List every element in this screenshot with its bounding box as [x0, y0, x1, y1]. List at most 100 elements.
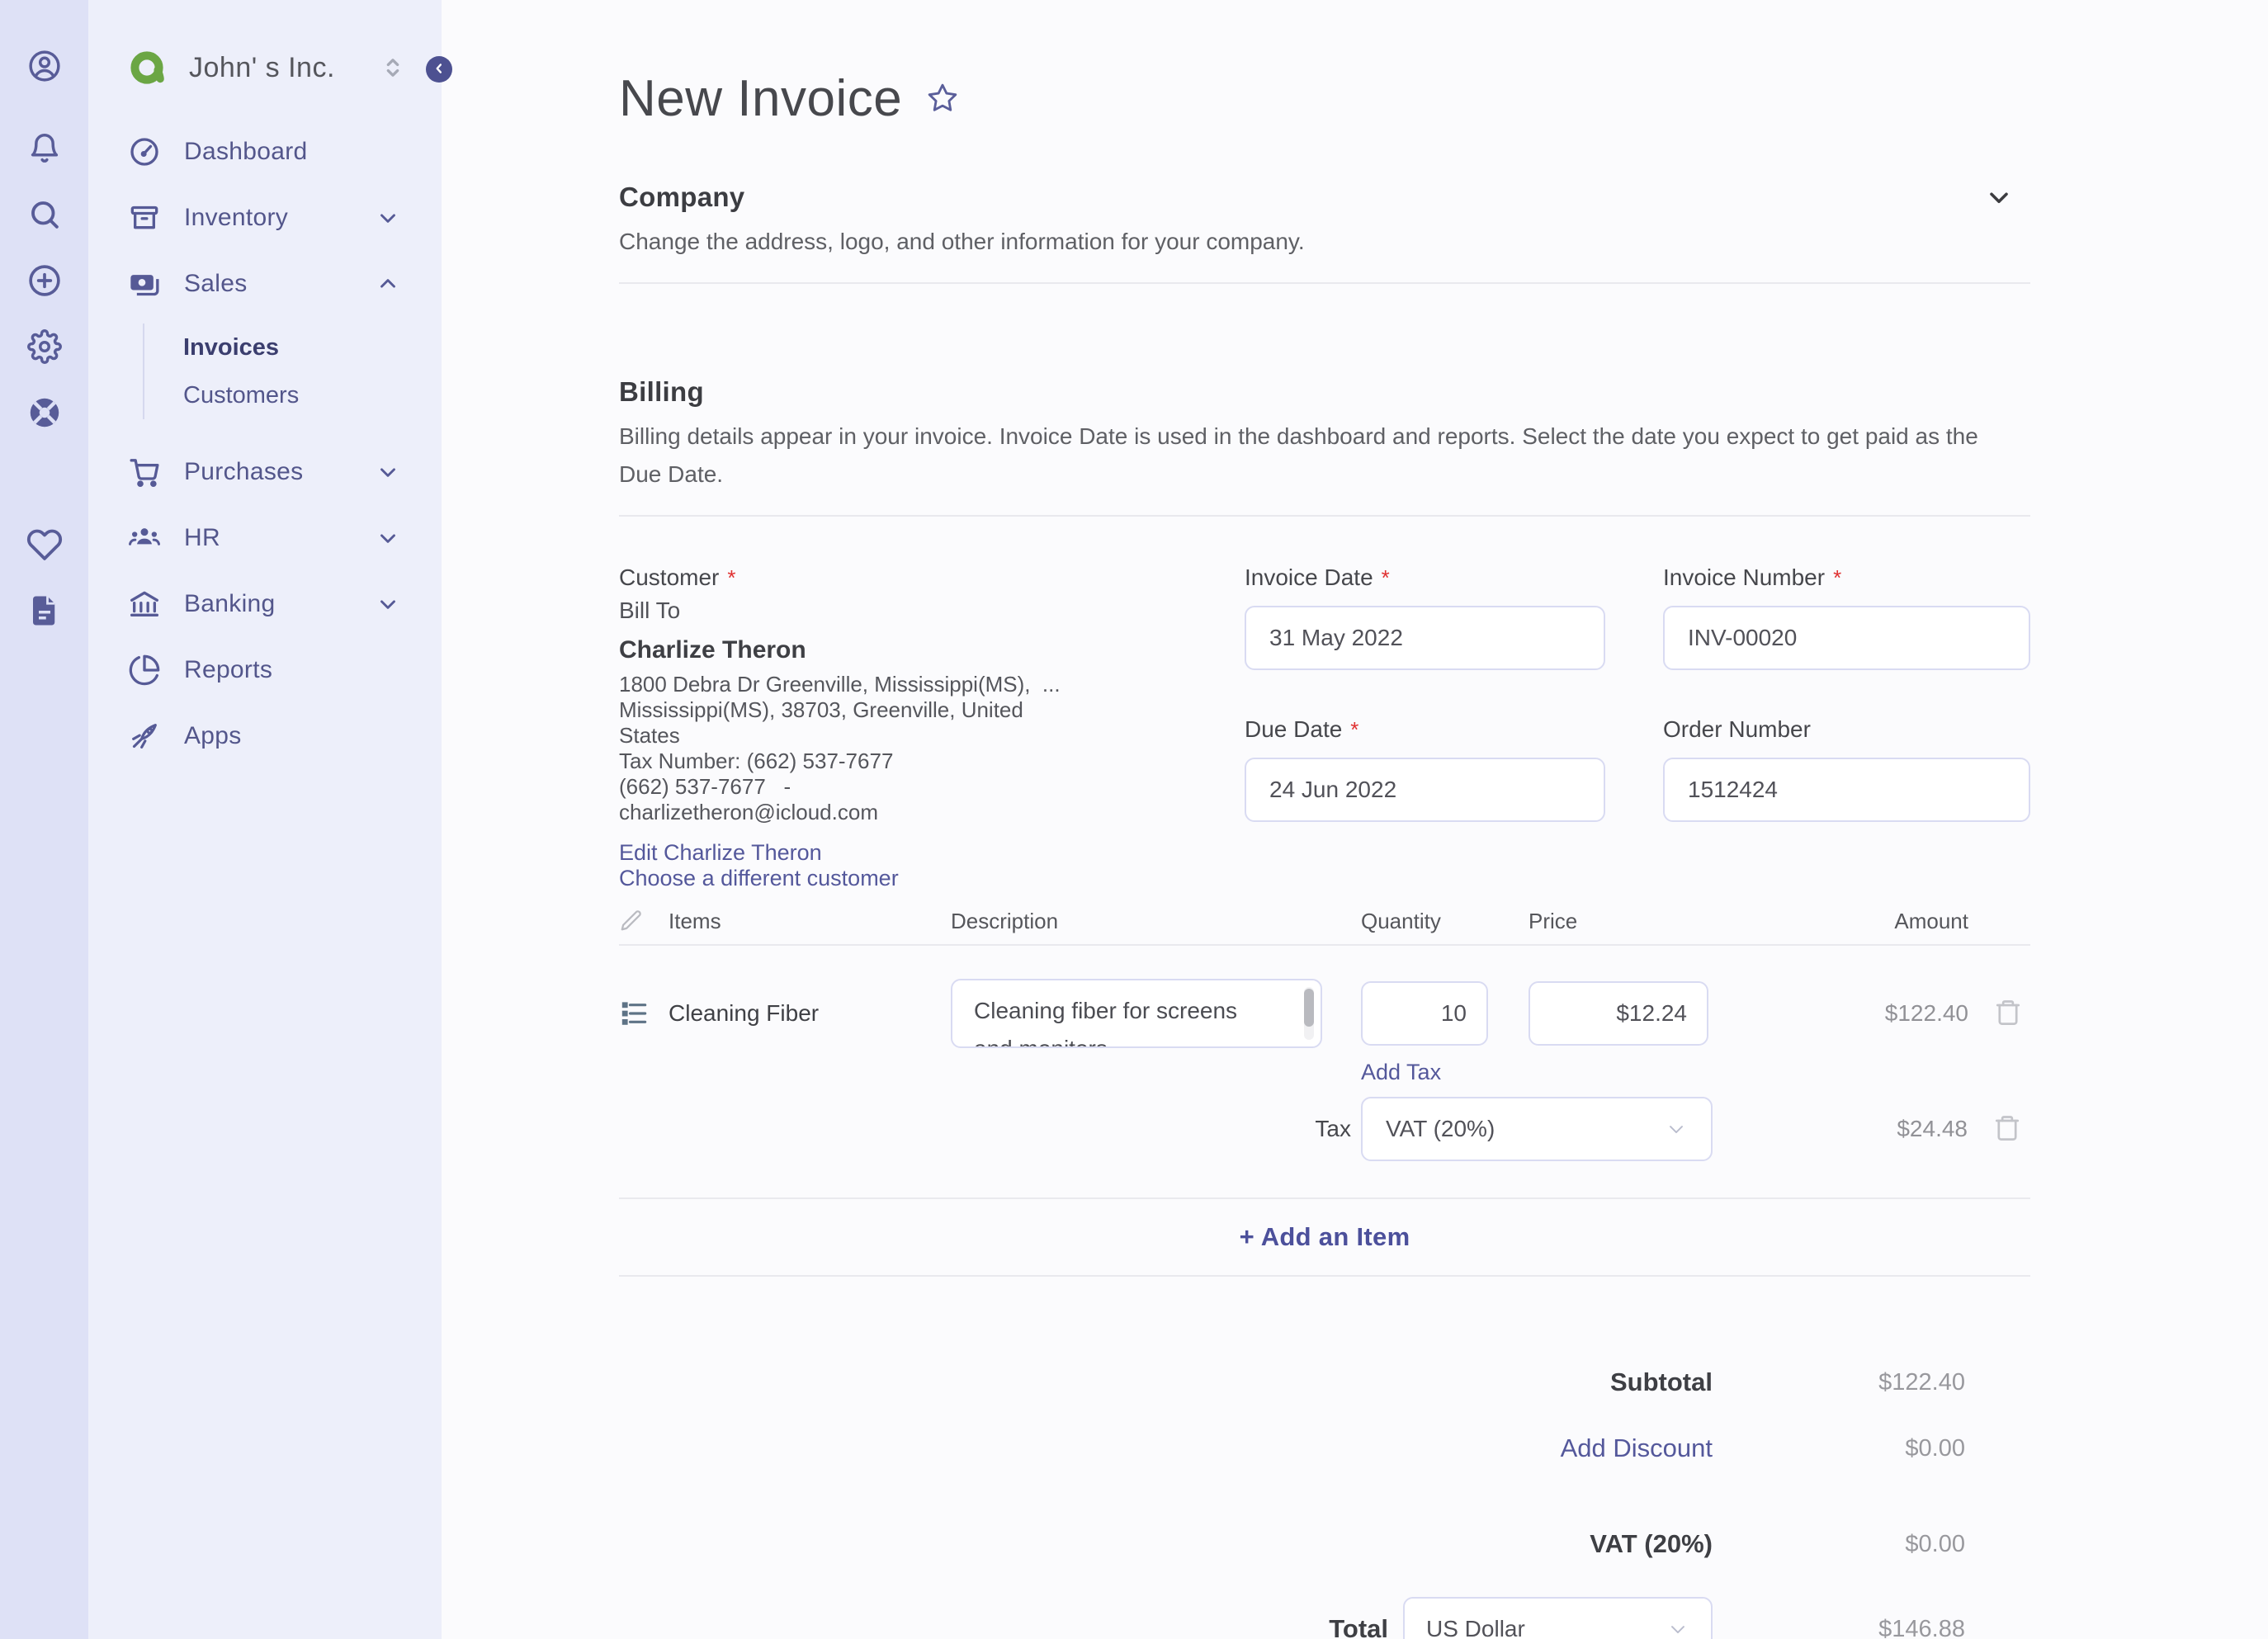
totals-block: Subtotal $122.40 Add Discount $0.00 VAT … [619, 1367, 2030, 1639]
inventory-box-icon [128, 201, 161, 234]
dashboard-icon [128, 135, 161, 168]
edit-customer-link[interactable]: Edit Charlize Theron [619, 840, 1245, 866]
add-tax-link[interactable]: Add Tax [1361, 1060, 1441, 1085]
customer-address-line: Mississippi(MS), 38703, Greenville, Unit… [619, 697, 1023, 723]
add-new-button[interactable] [26, 262, 63, 299]
nav-label: Apps [184, 722, 242, 749]
tax-label: Tax [1315, 1116, 1351, 1142]
rocket-icon [128, 720, 161, 753]
chevron-up-icon [376, 272, 400, 296]
sales-money-icon [128, 267, 161, 300]
delete-tax-button[interactable] [1992, 1113, 2022, 1145]
bill-to-label: Bill To [619, 598, 681, 624]
order-number-input[interactable] [1663, 758, 2030, 823]
item-description-textarea[interactable]: Cleaning fiber for screens and monitors [951, 979, 1322, 1049]
brand-logo-icon [128, 48, 168, 87]
main-content: New Invoice Company Change the address, … [442, 0, 2268, 1639]
sidebar-item-reports[interactable]: Reports [88, 637, 442, 703]
textarea-scrollbar-thumb[interactable] [1304, 989, 1314, 1027]
pencil-icon [619, 909, 669, 933]
company-switch-icon[interactable] [379, 54, 407, 82]
notifications-button[interactable] [26, 130, 63, 167]
sidebar-item-purchases[interactable]: Purchases [88, 439, 442, 505]
invoice-number-input[interactable] [1663, 606, 2030, 671]
currency-select[interactable]: US Dollar [1403, 1597, 1713, 1639]
add-discount-link[interactable]: Add Discount [619, 1434, 1713, 1463]
customer-phone: (662) 537-7677 - [619, 774, 791, 800]
invoice-date-label: Invoice Date * [1245, 564, 1390, 591]
due-date-input[interactable] [1245, 758, 1605, 823]
customer-block: Customer * Bill To Charlize Theron 1800 D… [619, 563, 1245, 891]
chevron-down-icon [376, 205, 400, 230]
choose-customer-link[interactable]: Choose a different customer [619, 866, 1245, 891]
bell-icon [27, 131, 62, 166]
search-icon [27, 197, 62, 232]
sidebar-collapse-button[interactable] [426, 56, 452, 83]
sidebar-item-dashboard[interactable]: Dashboard [88, 119, 442, 185]
required-marker: * [727, 565, 736, 591]
account-button[interactable] [26, 48, 63, 84]
header-amount: Amount [1894, 908, 1968, 933]
customer-email: charlizetheron@icloud.com [619, 800, 878, 825]
app: John' s Inc. Dashboard Inventory Sales I… [0, 0, 2268, 1639]
vat-label: VAT (20%) [1590, 1529, 1713, 1559]
tax-amount: $24.48 [1897, 1116, 1968, 1142]
discount-value: $0.00 [1905, 1434, 1965, 1462]
pie-chart-icon [128, 654, 161, 687]
delete-item-button[interactable] [1993, 998, 2023, 1030]
sidebar-item-customers[interactable]: Customers [183, 371, 442, 419]
total-row: Total US Dollar $146.88 [619, 1597, 2030, 1639]
sidebar-item-invoices[interactable]: Invoices [183, 324, 442, 371]
search-button[interactable] [26, 196, 63, 233]
documents-button[interactable] [26, 593, 63, 629]
icon-rail [0, 0, 88, 1639]
header-price: Price [1529, 908, 1578, 933]
sidebar-item-hr[interactable]: HR [88, 505, 442, 571]
required-marker: * [1833, 565, 1842, 591]
currency-select-value: US Dollar [1426, 1616, 1525, 1639]
customer-address-line: 1800 Debra Dr Greenville, Mississippi(MS… [619, 672, 1061, 697]
cart-icon [128, 456, 161, 489]
support-button[interactable] [26, 394, 63, 431]
sidebar-nav: Dashboard Inventory Sales Invoices Custo… [88, 119, 442, 769]
billing-section-description: Billing details appear in your invoice. … [619, 423, 1978, 488]
item-quantity-input[interactable] [1361, 981, 1488, 1046]
table-divider [619, 1275, 2030, 1278]
chevron-down-icon [376, 526, 400, 550]
sidebar-item-sales[interactable]: Sales [88, 251, 442, 317]
invoice-date-input[interactable] [1245, 606, 1605, 671]
order-number-label: Order Number [1663, 716, 1811, 743]
settings-button[interactable] [26, 328, 63, 365]
subtotal-row: Subtotal $122.40 [619, 1367, 2030, 1397]
tax-select[interactable]: VAT (20%) [1361, 1097, 1713, 1162]
nav-label: Reports [184, 656, 273, 683]
company-switcher[interactable]: John' s Inc. [88, 46, 442, 89]
vat-value: $0.00 [1905, 1530, 1965, 1557]
chevron-down-icon [376, 592, 400, 616]
nav-label: HR [184, 524, 220, 551]
company-collapse-chevron-icon[interactable] [1984, 182, 2014, 212]
favorites-button[interactable] [26, 527, 63, 563]
trash-icon [1993, 998, 2023, 1030]
company-section-description: Change the address, logo, and other info… [619, 229, 1305, 255]
item-price-input[interactable] [1529, 981, 1708, 1046]
chevron-down-icon [1665, 1117, 1688, 1141]
item-description-text: Cleaning fiber for screens and monitors [974, 998, 1238, 1046]
total-label: Total [1329, 1614, 1388, 1639]
item-name[interactable]: Cleaning Fiber [669, 1000, 951, 1027]
drag-list-icon[interactable] [619, 998, 669, 1029]
gear-icon [26, 329, 62, 364]
discount-row: Add Discount $0.00 [619, 1434, 2030, 1463]
star-icon[interactable] [927, 83, 958, 114]
nav-label: Sales [184, 270, 248, 297]
sidebar: John' s Inc. Dashboard Inventory Sales I… [88, 0, 452, 1639]
customer-name: Charlize Theron [619, 636, 806, 664]
account-icon [26, 48, 63, 84]
add-item-button[interactable]: + Add an Item [1240, 1222, 1410, 1252]
sidebar-item-inventory[interactable]: Inventory [88, 185, 442, 251]
heart-icon [26, 527, 63, 563]
sidebar-item-banking[interactable]: Banking [88, 571, 442, 637]
sidebar-item-apps[interactable]: Apps [88, 703, 442, 769]
page-title: New Invoice [619, 69, 903, 127]
bank-icon [128, 588, 161, 621]
